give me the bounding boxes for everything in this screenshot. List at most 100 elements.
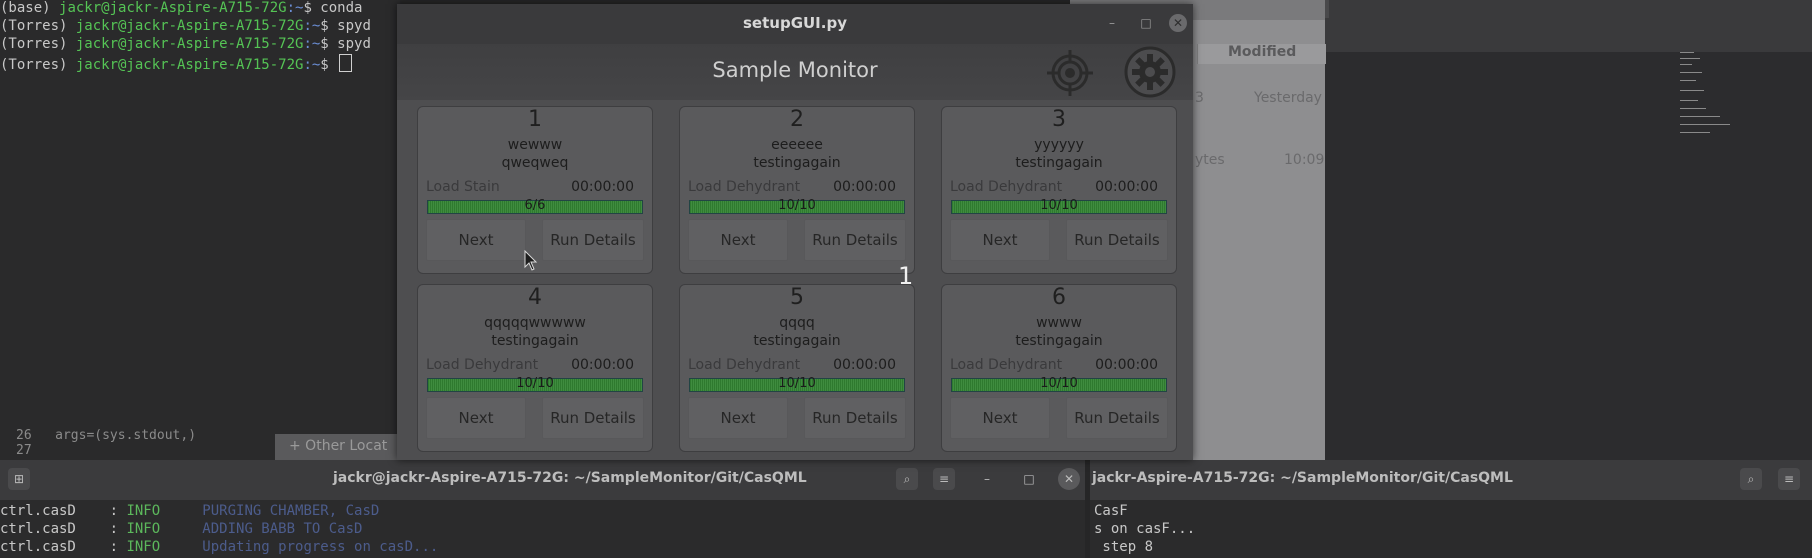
sample-description: testingagain	[1015, 333, 1103, 349]
sample-description: qweqweq	[501, 155, 569, 171]
column-header-modified[interactable]: Modified	[1197, 44, 1326, 64]
log-line: ctrl.casD : INFO Updating progress on ca…	[0, 539, 439, 555]
sample-description: testingagain	[753, 155, 841, 171]
next-button[interactable]: Next	[950, 219, 1050, 261]
progress-text: 10/10	[778, 198, 816, 213]
run-details-button[interactable]: Run Details	[804, 219, 906, 261]
progress-text: 10/10	[778, 376, 816, 391]
maximize-icon[interactable]: □	[1137, 14, 1155, 32]
sample-card: 6 wwww testingagain Load Dehydrant 00:00:00 1…	[941, 284, 1177, 452]
terminal-cursor	[339, 54, 353, 72]
other-locations-label: + Other Locat	[289, 438, 388, 454]
run-details-button[interactable]: Run Details	[1066, 397, 1168, 439]
sample-timer: 00:00:00	[571, 179, 634, 195]
sample-card: 3 yyyyyy testingagain Load Dehydrant 00:00:0…	[941, 106, 1177, 274]
sample-number: 4	[528, 285, 542, 310]
progress-text: 10/10	[516, 376, 554, 391]
run-details-button[interactable]: Run Details	[804, 397, 906, 439]
editor-line-27: 27	[16, 443, 32, 458]
sample-name: yyyyyy	[1034, 137, 1084, 153]
file-size: ytes	[1195, 152, 1225, 168]
log-line: s on casF...	[1094, 521, 1196, 537]
sample-number: 2	[790, 107, 804, 132]
log-line: CasF	[1094, 503, 1128, 519]
terminal-line: (Torres) jackr@jackr-Aspire-A715-72G:~$	[0, 54, 353, 73]
log-line: step 8	[1094, 539, 1154, 555]
sample-number: 1	[528, 107, 542, 132]
log-line: ctrl.casD : INFO PURGING CHAMBER, CasD	[0, 503, 380, 519]
code-minimap	[1680, 48, 1770, 148]
progress-bar: 10/10	[689, 198, 905, 214]
terminal-bottom-right[interactable]: jackr-Aspire-A715-72G: ~/SampleMonitor/G…	[1090, 460, 1812, 558]
progress-text: 10/10	[1040, 376, 1078, 391]
next-button[interactable]: Next	[688, 219, 788, 261]
sample-timer: 00:00:00	[833, 179, 896, 195]
minimize-icon[interactable]: –	[976, 468, 998, 490]
terminal-titlebar: ⊞ jackr@jackr-Aspire-A715-72G: ~/SampleM…	[0, 460, 1085, 500]
sample-step: Load Stain	[426, 179, 500, 195]
sample-description: testingagain	[1015, 155, 1103, 171]
sample-monitor-window: setupGUI.py – □ ✕ Sample Monitor 1 wewww…	[397, 4, 1193, 460]
sample-description: testingagain	[753, 333, 841, 349]
run-details-button[interactable]: Run Details	[1066, 219, 1168, 261]
other-locations-item[interactable]: + Other Locat	[275, 434, 400, 460]
file-modified: 10:09	[1284, 152, 1325, 168]
next-button[interactable]: Next	[426, 219, 526, 261]
next-button[interactable]: Next	[950, 397, 1050, 439]
sample-number: 3	[1052, 107, 1066, 132]
sample-timer: 00:00:00	[1095, 357, 1158, 373]
sample-timer: 00:00:00	[833, 357, 896, 373]
sample-card: 2 eeeeee testingagain Load Dehydrant 00:00:0…	[679, 106, 915, 274]
terminal-top-left[interactable]: (base) jackr@jackr-Aspire-A715-72G:~$ co…	[0, 0, 400, 460]
terminal-line: (Torres) jackr@jackr-Aspire-A715-72G:~$ …	[0, 36, 371, 52]
sample-timer: 00:00:00	[1095, 179, 1158, 195]
maximize-icon[interactable]: □	[1018, 468, 1040, 490]
window-titlebar[interactable]: setupGUI.py – □ ✕	[397, 4, 1193, 44]
search-icon[interactable]: ⌕	[896, 468, 918, 490]
run-details-button[interactable]: Run Details	[542, 219, 644, 261]
terminal-titlebar: jackr-Aspire-A715-72G: ~/SampleMonitor/G…	[1090, 460, 1812, 500]
next-button[interactable]: Next	[426, 397, 526, 439]
window-title: setupGUI.py	[743, 14, 847, 32]
column-modified-label: Modified	[1228, 44, 1297, 60]
close-icon[interactable]: ✕	[1058, 468, 1080, 490]
sample-name: qqqqqwwwww	[484, 315, 586, 331]
menu-icon[interactable]: ≡	[1778, 468, 1800, 490]
new-tab-icon[interactable]: ⊞	[8, 468, 30, 490]
sample-number: 6	[1052, 285, 1066, 310]
terminal-line: (base) jackr@jackr-Aspire-A715-72G:~$ co…	[0, 0, 363, 16]
progress-bar: 10/10	[951, 198, 1167, 214]
close-icon[interactable]: ✕	[1169, 14, 1187, 32]
app-header: Sample Monitor	[397, 44, 1193, 100]
log-line: ctrl.casD : INFO ADDING BABB TO CasD	[0, 521, 363, 537]
target-crosshair-icon[interactable]	[1045, 48, 1095, 98]
sample-card: 1 wewww qweqweq Load Stain 00:00:00 6/6 Next Ru…	[417, 106, 653, 274]
sample-step: Load Dehydrant	[688, 179, 801, 195]
sample-step: Load Dehydrant	[950, 357, 1063, 373]
sample-name: wwww	[1036, 315, 1082, 331]
sample-step: Load Dehydrant	[950, 179, 1063, 195]
sample-step: Load Dehydrant	[688, 357, 801, 373]
progress-text: 6/6	[524, 198, 546, 213]
sample-card: 5 qqqq testingagain Load Dehydrant 00:00:00 1…	[679, 284, 915, 452]
sample-number: 5	[790, 285, 804, 310]
sample-timer: 00:00:00	[571, 357, 634, 373]
progress-bar: 10/10	[427, 376, 643, 392]
next-button[interactable]: Next	[688, 397, 788, 439]
search-icon[interactable]: ⌕	[1740, 468, 1762, 490]
overlay-number: 1	[898, 262, 914, 290]
menu-icon[interactable]: ≡	[933, 468, 955, 490]
sample-name: qqqq	[779, 315, 815, 331]
settings-gear-icon[interactable]	[1124, 46, 1176, 98]
terminal-title: jackr-Aspire-A715-72G: ~/SampleMonitor/G…	[1092, 470, 1513, 486]
sample-card: 4 qqqqqwwwww testingagain Load Dehydrant 00:…	[417, 284, 653, 452]
file-size: 3	[1195, 90, 1204, 106]
terminal-bottom-left[interactable]: ⊞ jackr@jackr-Aspire-A715-72G: ~/SampleM…	[0, 460, 1085, 558]
run-details-button[interactable]: Run Details	[542, 397, 644, 439]
sample-description: testingagain	[491, 333, 579, 349]
minimize-icon[interactable]: –	[1103, 14, 1121, 32]
editor-line-26: 26 args=(sys.stdout,)	[16, 428, 197, 443]
sample-name: eeeeee	[771, 137, 823, 153]
file-modified: Yesterday	[1254, 90, 1322, 106]
progress-bar: 10/10	[689, 376, 905, 392]
